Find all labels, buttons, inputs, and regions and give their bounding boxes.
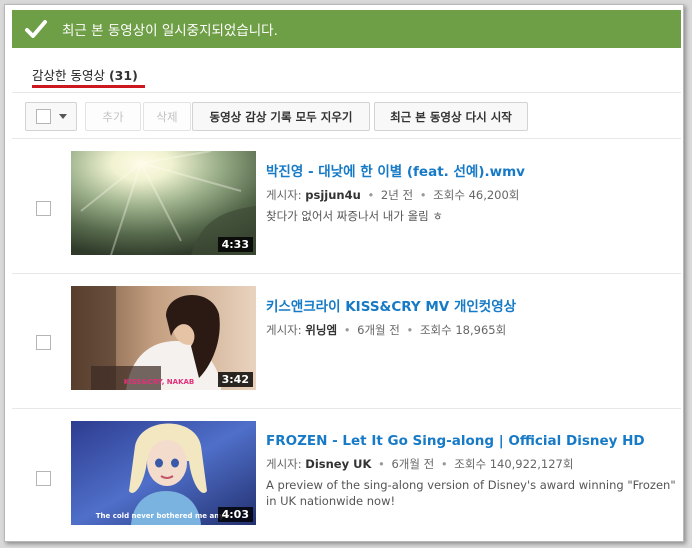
uploader-link[interactable]: psjjun4u (305, 188, 361, 202)
video-description: 찾다가 없어서 짜증나서 내가 올림 ㅎ (266, 209, 443, 223)
meta-separator: • (419, 188, 427, 202)
notice-text: 최근 본 동영상이 일시중지되었습니다. (62, 23, 278, 39)
video-checkbox[interactable] (36, 471, 51, 486)
video-duration: 3:42 (217, 372, 253, 387)
video-thumbnail[interactable]: The cold never bothered me anyw 4:03 (71, 421, 256, 525)
history-tabs: 감상한 동영상 (31) (12, 51, 681, 93)
paused-notice-banner: 최근 본 동영상이 일시중지되었습니다. (12, 10, 681, 48)
video-age: 6개월 전 (391, 457, 435, 471)
history-toolbar: 추가 삭제 동영상 감상 기록 모두 지우기 최근 본 동영상 다시 시작 (12, 95, 681, 139)
clear-history-button[interactable]: 동영상 감상 기록 모두 지우기 (192, 102, 370, 131)
resume-history-button[interactable]: 최근 본 동영상 다시 시작 (374, 102, 528, 131)
meta-separator: • (440, 457, 448, 471)
meta-separator: • (343, 323, 351, 337)
video-row: KISS&CRY, NAKAB 3:42 키스앤크라이 KISS&CRY MV … (12, 275, 681, 409)
video-views: 조회수 46,200회 (433, 188, 520, 202)
video-info: 박진영 - 대낮에 한 이별 (feat. 선예).wmv 게시자: psjju… (266, 160, 676, 224)
video-checkbox[interactable] (36, 201, 51, 216)
video-meta: 게시자: Disney UK • 6개월 전 • 조회수 140,922,127… (266, 456, 676, 472)
select-all-dropdown[interactable] (25, 102, 77, 131)
meta-separator: • (378, 457, 385, 471)
add-button[interactable]: 추가 (85, 102, 141, 131)
uploader-prefix: 게시자: (266, 457, 302, 471)
uploader-prefix: 게시자: (266, 323, 302, 337)
uploader-prefix: 게시자: (266, 188, 302, 202)
video-title-link[interactable]: 키스앤크라이 KISS&CRY MV 개인컷영상 (266, 295, 676, 315)
history-page: 최근 본 동영상이 일시중지되었습니다. 감상한 동영상 (31) 추가 삭제 … (4, 4, 684, 542)
video-duration: 4:03 (217, 507, 253, 522)
tab-count: (31) (108, 68, 138, 83)
video-description: A preview of the sing-along version of D… (266, 478, 676, 508)
video-checkbox[interactable] (36, 335, 51, 350)
video-thumbnail[interactable]: KISS&CRY, NAKAB 3:42 (71, 286, 256, 390)
video-meta: 게시자: 위닝엠 • 6개월 전 • 조회수 18,965회 (266, 322, 676, 338)
video-duration: 4:33 (217, 237, 253, 252)
select-all-checkbox[interactable] (35, 109, 51, 124)
thumbnail-caption: KISS&CRY, NAKAB (124, 378, 195, 386)
uploader-link[interactable]: Disney UK (305, 457, 371, 471)
delete-button[interactable]: 삭제 (143, 102, 191, 131)
video-age: 6개월 전 (357, 323, 400, 337)
video-row: 4:33 박진영 - 대낮에 한 이별 (feat. 선예).wmv 게시자: … (12, 140, 681, 274)
tab-active-indicator (32, 85, 145, 88)
checkmark-icon (25, 20, 47, 38)
video-info: FROZEN - Let It Go Sing-along | Official… (266, 433, 676, 509)
video-views: 조회수 18,965회 (419, 323, 507, 337)
video-info: 키스앤크라이 KISS&CRY MV 개인컷영상 게시자: 위닝엠 • 6개월 … (266, 295, 676, 343)
video-title-link[interactable]: FROZEN - Let It Go Sing-along | Official… (266, 433, 676, 449)
chevron-down-icon (58, 114, 67, 119)
meta-separator: • (367, 188, 375, 202)
video-title-link[interactable]: 박진영 - 대낮에 한 이별 (feat. 선예).wmv (266, 160, 676, 180)
video-thumbnail[interactable]: 4:33 (71, 151, 256, 255)
video-row: The cold never bothered me anyw 4:03 FRO… (12, 410, 681, 541)
meta-separator: • (406, 323, 414, 337)
thumbnail-caption: The cold never bothered me anyw (96, 512, 231, 520)
uploader-link[interactable]: 위닝엠 (305, 323, 337, 337)
tab-label: 감상한 동영상 (32, 68, 105, 83)
video-views: 조회수 140,922,127회 (454, 457, 574, 471)
tab-watch-history[interactable]: 감상한 동영상 (31) (32, 65, 138, 84)
video-meta: 게시자: psjjun4u • 2년 전 • 조회수 46,200회 (266, 187, 676, 203)
video-age: 2년 전 (380, 188, 414, 202)
